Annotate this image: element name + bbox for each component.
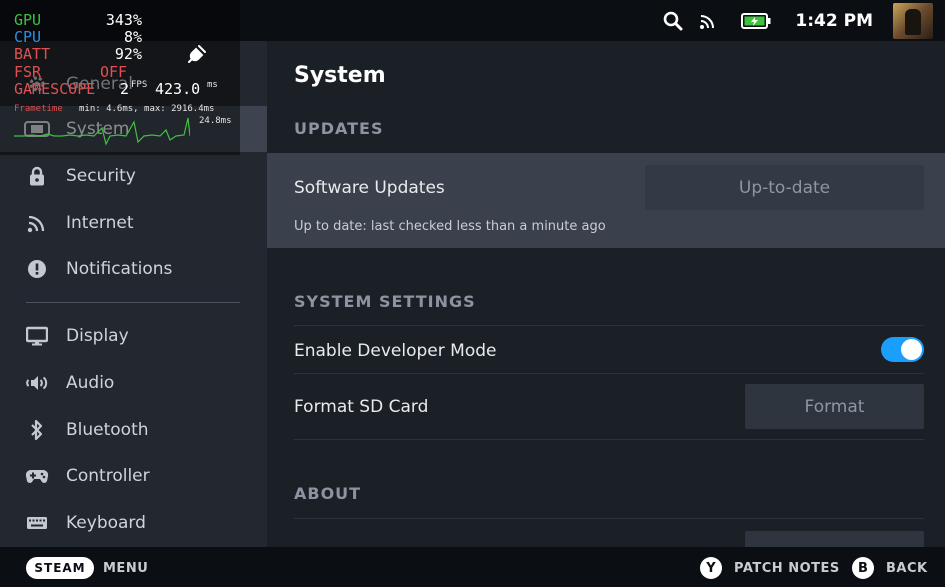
sidebar-item-audio[interactable]: Audio bbox=[0, 360, 267, 406]
patch-notes-label: PATCH NOTES bbox=[734, 561, 840, 576]
sidebar-item-security[interactable]: Security bbox=[0, 153, 267, 199]
alert-icon bbox=[24, 258, 50, 280]
fsr-value: OFF bbox=[100, 63, 128, 81]
sidebar-divider bbox=[26, 302, 240, 303]
y-button-icon[interactable]: Y bbox=[700, 557, 722, 579]
batt-label: BATT bbox=[14, 45, 51, 63]
clock: 1:42 PM bbox=[795, 10, 873, 31]
status-icons: 1:42 PM bbox=[647, 0, 933, 41]
sidebar-item-display[interactable]: Display bbox=[0, 313, 267, 359]
sidebar-item-label: Security bbox=[66, 166, 136, 186]
sidebar-item-label: Display bbox=[66, 326, 129, 346]
sidebar-item-notifications[interactable]: Notifications bbox=[0, 246, 267, 292]
bluetooth-icon bbox=[24, 419, 50, 441]
sidebar-item-label: Notifications bbox=[66, 259, 173, 279]
wifi-icon bbox=[24, 212, 50, 234]
up-to-date-button[interactable]: Up-to-date bbox=[645, 165, 924, 210]
frametime-stats: min: 4.6ms, max: 2916.4ms bbox=[79, 104, 215, 114]
software-updates-row: Software Updates Up-to-date Up to date: … bbox=[267, 153, 945, 248]
divider bbox=[294, 373, 924, 374]
about-row-button[interactable] bbox=[745, 531, 924, 547]
software-updates-label: Software Updates bbox=[294, 178, 445, 198]
search-icon[interactable] bbox=[663, 11, 683, 31]
section-heading-about: ABOUT bbox=[294, 484, 362, 503]
toggle-knob bbox=[901, 339, 922, 360]
format-sd-card-label: Format SD Card bbox=[294, 397, 429, 417]
bottom-button-bar: STEAM MENU Y PATCH NOTES B BACK bbox=[0, 547, 945, 587]
fsr-label: FSR bbox=[14, 63, 42, 81]
signal-icon bbox=[699, 12, 717, 30]
developer-mode-label: Enable Developer Mode bbox=[294, 341, 497, 361]
format-button[interactable]: Format bbox=[745, 384, 924, 429]
fps-value: 2 bbox=[120, 80, 130, 98]
frametime-label: Frametime bbox=[14, 104, 63, 114]
cpu-label: CPU bbox=[14, 28, 42, 46]
frame-ms-value: 423.0 bbox=[155, 80, 201, 98]
back-label: BACK bbox=[886, 561, 928, 576]
keyboard-icon bbox=[24, 512, 50, 534]
sidebar-item-internet[interactable]: Internet bbox=[0, 200, 267, 246]
divider bbox=[294, 439, 924, 440]
sidebar-item-label: Audio bbox=[66, 373, 115, 393]
divider bbox=[294, 518, 924, 519]
sidebar-item-label: Keyboard bbox=[66, 513, 146, 533]
update-status-text: Up to date: last checked less than a min… bbox=[294, 219, 606, 234]
frame-ms-unit: ms bbox=[207, 80, 218, 90]
divider bbox=[294, 325, 924, 326]
monitor-icon bbox=[24, 325, 50, 347]
gpu-label: GPU bbox=[14, 11, 42, 29]
menu-label: MENU bbox=[103, 561, 149, 576]
steam-button[interactable]: STEAM bbox=[26, 557, 94, 579]
cpu-value: 8% bbox=[123, 28, 142, 46]
performance-overlay: GPU 343% CPU 8% BATT 92% FSR OFF GAMESCO… bbox=[0, 0, 240, 155]
sidebar-item-controller[interactable]: Controller bbox=[0, 453, 267, 499]
sidebar-item-label: Bluetooth bbox=[66, 420, 149, 440]
section-heading-updates: UPDATES bbox=[294, 119, 384, 138]
gpu-value: 343% bbox=[105, 11, 142, 29]
frametime-graph bbox=[14, 117, 190, 146]
page-title: System bbox=[294, 63, 386, 88]
sidebar-item-label: Controller bbox=[66, 466, 150, 486]
speaker-icon bbox=[24, 372, 50, 394]
gamescope-label: GAMESCOPE bbox=[14, 80, 96, 98]
fps-unit: FPS bbox=[131, 80, 148, 90]
gamepad-icon bbox=[24, 465, 50, 487]
sidebar-item-keyboard[interactable]: Keyboard bbox=[0, 500, 267, 546]
power-plug-icon bbox=[187, 44, 207, 68]
lock-icon bbox=[24, 165, 50, 187]
developer-mode-toggle[interactable] bbox=[881, 337, 924, 362]
sidebar-item-bluetooth[interactable]: Bluetooth bbox=[0, 407, 267, 453]
sidebar-item-label: Internet bbox=[66, 213, 134, 233]
batt-value: 92% bbox=[114, 45, 142, 63]
section-heading-system-settings: SYSTEM SETTINGS bbox=[294, 292, 476, 311]
battery-charging-icon bbox=[741, 12, 771, 30]
frametime-current: 24.8ms bbox=[199, 116, 232, 126]
settings-main-panel: System UPDATES Software Updates Up-to-da… bbox=[267, 41, 945, 547]
b-button-icon[interactable]: B bbox=[852, 557, 874, 579]
user-avatar[interactable] bbox=[893, 2, 933, 39]
